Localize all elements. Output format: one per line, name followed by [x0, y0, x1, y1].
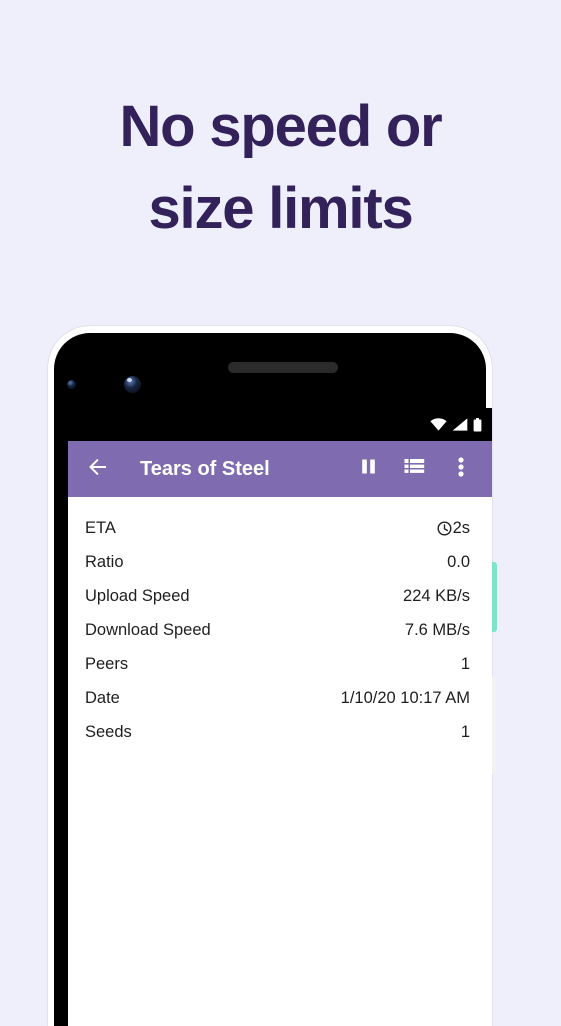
detail-value: 0.0: [447, 552, 470, 571]
front-camera-primary-icon: [124, 376, 141, 393]
pause-icon: [359, 457, 378, 481]
arrow-left-icon: [86, 455, 110, 484]
torrent-title: Tears of Steel: [140, 457, 270, 480]
detail-label: ETA: [85, 518, 116, 537]
wifi-icon: [430, 418, 447, 431]
overflow-menu-button[interactable]: [446, 454, 476, 484]
headline-line-1: No speed or: [119, 94, 443, 159]
list-icon: [404, 457, 425, 481]
status-bar: [68, 408, 492, 441]
more-vertical-icon: [458, 456, 464, 482]
torrent-details-list: ETA 2s Ratio 0.0 Upload Speed 224 KB/s D…: [68, 497, 492, 749]
front-camera-secondary-icon: [67, 380, 76, 389]
table-row[interactable]: Upload Speed 224 KB/s: [85, 579, 470, 613]
table-row[interactable]: Date 1/10/20 10:17 AM: [85, 681, 470, 715]
table-row[interactable]: Seeds 1: [85, 715, 470, 749]
file-list-button[interactable]: [399, 454, 429, 484]
table-row[interactable]: Download Speed 7.6 MB/s: [85, 613, 470, 647]
headline-line-2: size limits: [148, 176, 413, 242]
detail-value: 2s: [437, 519, 470, 538]
earpiece-speaker: [228, 362, 338, 373]
app-bar: Tears of Steel: [68, 441, 492, 497]
detail-label: Seeds: [85, 722, 132, 741]
detail-label: Download Speed: [85, 620, 211, 639]
clock-icon: [437, 520, 452, 536]
back-button[interactable]: [84, 455, 112, 483]
detail-label: Peers: [85, 654, 129, 673]
detail-value: 1: [460, 654, 470, 673]
detail-label: Ratio: [85, 552, 124, 571]
detail-label: Upload Speed: [85, 586, 190, 605]
table-row[interactable]: ETA 2s: [85, 511, 470, 545]
table-row[interactable]: Ratio 0.0: [85, 545, 470, 579]
detail-value: 1/10/20 10:17 AM: [340, 688, 470, 707]
detail-value: 224 KB/s: [403, 586, 470, 605]
page-title: No speed or size limits: [0, 86, 561, 251]
table-row[interactable]: Peers 1: [85, 647, 470, 681]
battery-icon: [473, 417, 482, 432]
pause-button[interactable]: [353, 454, 383, 484]
cellular-signal-icon: [452, 418, 468, 431]
phone-screen: Tears of Steel ETA 2s Ratio 0.0 Upload S…: [68, 408, 492, 1026]
detail-value: 7.6 MB/s: [404, 620, 470, 639]
detail-value: 1: [460, 722, 470, 741]
detail-label: Date: [85, 688, 120, 707]
detail-value-text: 2s: [452, 518, 470, 537]
